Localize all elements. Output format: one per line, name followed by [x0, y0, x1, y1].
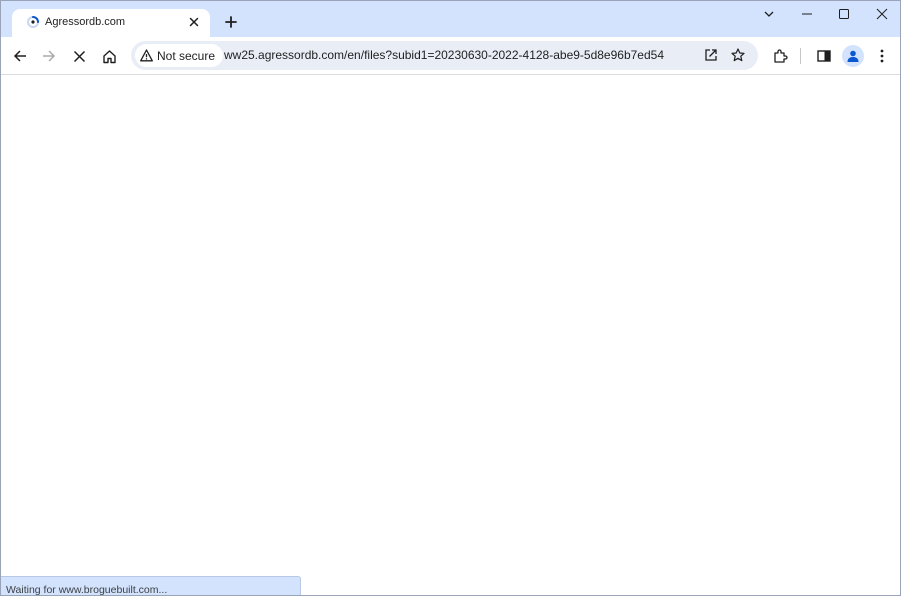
maximize-icon	[838, 8, 850, 20]
minimize-button[interactable]	[797, 4, 817, 24]
address-bar[interactable]: Not secure ww25.agressordb.com/en/files?…	[131, 41, 758, 70]
tab-search-button[interactable]	[759, 4, 779, 24]
tab-active[interactable]: Agressordb.com	[12, 9, 210, 37]
toolbar-divider	[800, 48, 801, 64]
menu-icon	[880, 49, 884, 63]
back-arrow-icon	[13, 49, 27, 63]
star-icon	[731, 48, 745, 62]
status-bubble: Waiting for www.broguebuilt.com...	[1, 576, 301, 595]
share-icon	[704, 48, 718, 62]
maximize-button[interactable]	[834, 4, 854, 24]
page-content	[1, 75, 900, 595]
chevron-down-icon	[763, 8, 775, 20]
status-text: Waiting for www.broguebuilt.com...	[6, 584, 168, 596]
loading-spinner-icon	[26, 15, 40, 29]
home-button[interactable]	[97, 44, 121, 68]
close-icon	[876, 8, 888, 20]
close-icon[interactable]	[186, 14, 202, 30]
stop-button[interactable]	[67, 44, 91, 68]
security-chip[interactable]: Not secure	[135, 44, 224, 67]
toolbar: Not secure ww25.agressordb.com/en/files?…	[1, 37, 900, 75]
forward-button[interactable]	[37, 44, 61, 68]
profile-icon	[846, 49, 860, 63]
new-tab-button[interactable]	[220, 11, 242, 33]
home-icon	[102, 49, 117, 64]
close-window-button[interactable]	[872, 4, 892, 24]
stop-icon	[73, 50, 86, 63]
menu-button[interactable]	[870, 44, 894, 68]
profile-button[interactable]	[842, 45, 864, 67]
plus-icon	[225, 16, 237, 28]
tab-title: Agressordb.com	[45, 16, 126, 28]
bookmark-button[interactable]	[727, 44, 749, 66]
back-button[interactable]	[8, 44, 32, 68]
tab-strip: Agressordb.com	[1, 1, 900, 37]
minimize-icon	[801, 8, 813, 20]
forward-arrow-icon	[42, 49, 56, 63]
extensions-button[interactable]	[768, 44, 792, 68]
side-panel-button[interactable]	[812, 44, 836, 68]
share-button[interactable]	[700, 44, 722, 66]
browser-window: Agressordb.com Not secure ww25.agressord…	[0, 0, 901, 596]
security-label: Not secure	[157, 48, 216, 63]
side-panel-icon	[817, 49, 831, 63]
extensions-icon	[772, 48, 788, 64]
url-text[interactable]: ww25.agressordb.com/en/files?subid1=2023…	[224, 48, 664, 62]
warning-triangle-icon	[140, 49, 153, 62]
